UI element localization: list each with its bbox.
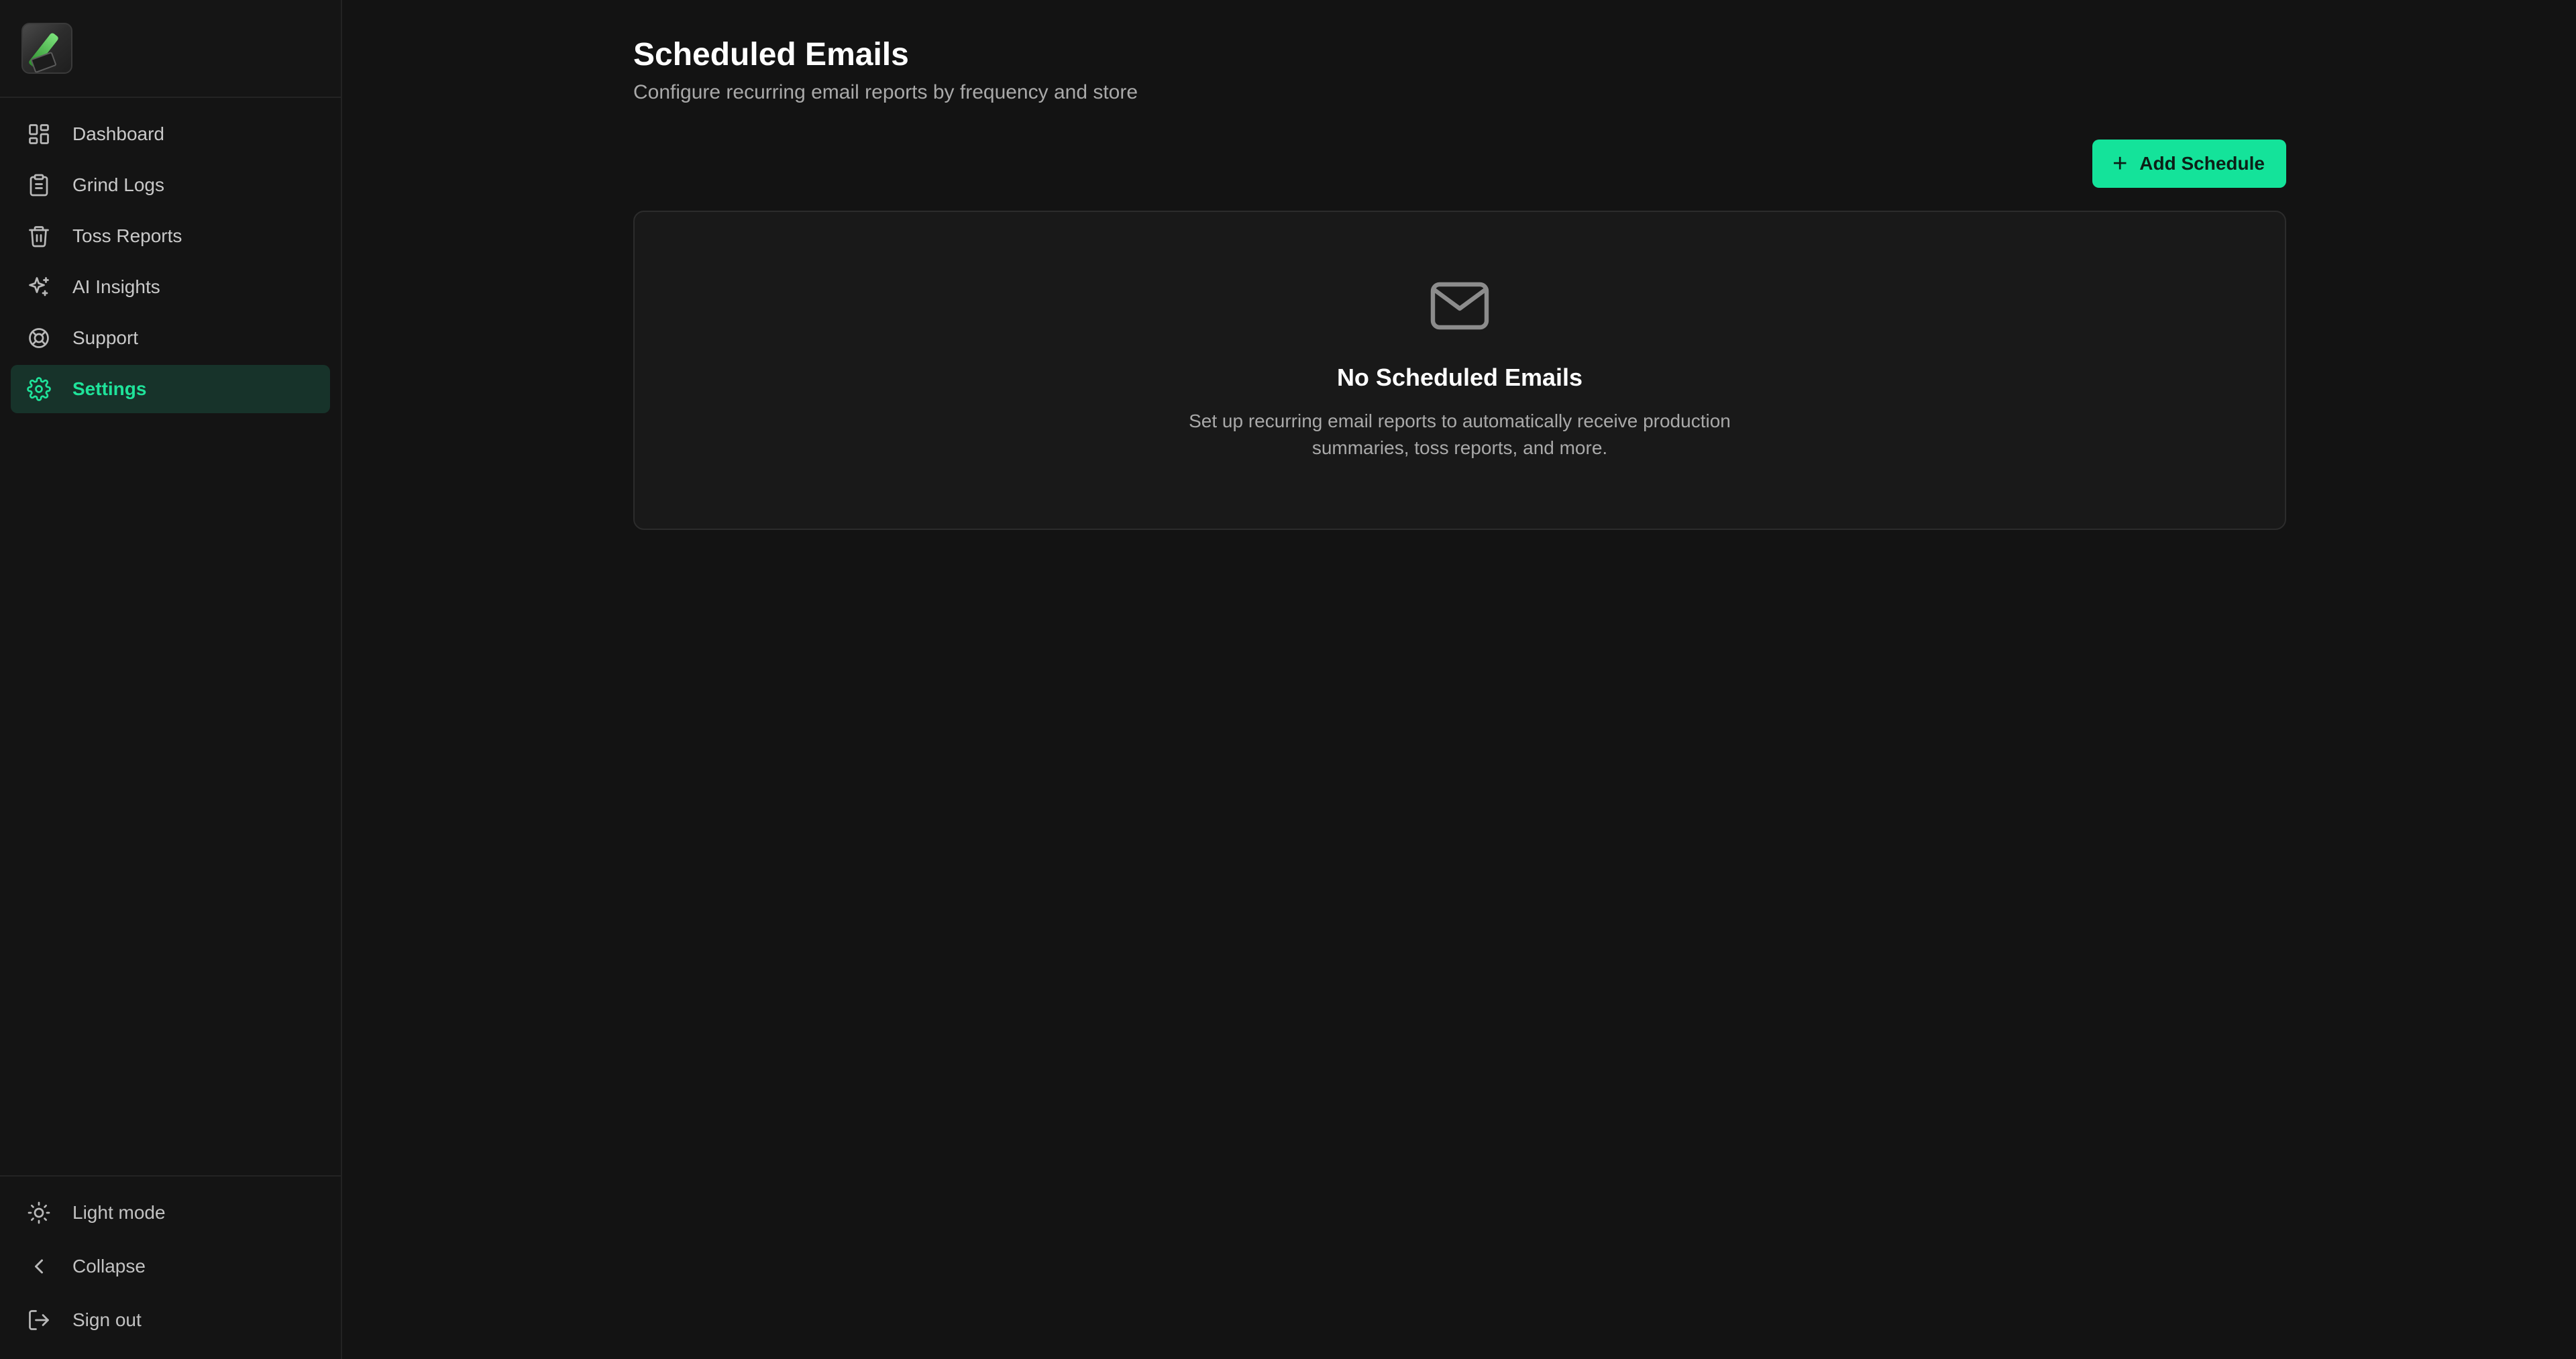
collapse-button[interactable]: Collapse (11, 1240, 330, 1293)
sidebar: Dashboard Grind Logs Toss Reports AI Ins… (0, 0, 342, 1359)
sidebar-item-ai-insights[interactable]: AI Insights (11, 263, 330, 311)
sidebar-item-toss-reports[interactable]: Toss Reports (11, 212, 330, 260)
app-logo[interactable] (21, 23, 72, 74)
toolbar: + Add Schedule (633, 140, 2286, 188)
scheduled-emails-section: Scheduled Emails Configure recurring ema… (633, 35, 2286, 530)
sidebar-item-label: Support (72, 327, 139, 348)
lifebuoy-icon (27, 326, 51, 350)
sign-out-label: Sign out (72, 1309, 142, 1330)
clipboard-icon (27, 173, 51, 197)
sidebar-footer: Light mode Collapse Sign out (0, 1175, 341, 1359)
add-schedule-button[interactable]: + Add Schedule (2092, 140, 2286, 188)
mail-icon (1428, 279, 1492, 333)
app-root: Dashboard Grind Logs Toss Reports AI Ins… (0, 0, 2576, 1359)
sidebar-item-label: Dashboard (72, 123, 164, 144)
light-mode-toggle[interactable]: Light mode (11, 1186, 330, 1240)
sidebar-item-label: Grind Logs (72, 174, 164, 195)
sparkles-icon (27, 275, 51, 299)
page-title: Scheduled Emails (633, 37, 909, 72)
sun-icon (27, 1201, 51, 1225)
page-subtitle: Configure recurring email reports by fre… (633, 81, 1138, 103)
empty-state-card: No Scheduled Emails Set up recurring ema… (633, 211, 2286, 530)
gear-icon (27, 377, 51, 401)
sidebar-item-settings[interactable]: Settings (11, 365, 330, 413)
chevron-left-icon (27, 1254, 51, 1279)
sidebar-nav: Dashboard Grind Logs Toss Reports AI Ins… (0, 98, 341, 413)
sidebar-item-label: Settings (72, 378, 147, 399)
sidebar-item-grind-logs[interactable]: Grind Logs (11, 161, 330, 209)
sidebar-item-support[interactable]: Support (11, 314, 330, 362)
empty-state-title: No Scheduled Emails (1336, 364, 1583, 391)
light-mode-label: Light mode (72, 1202, 166, 1223)
add-schedule-label: Add Schedule (2139, 153, 2265, 174)
sidebar-item-label: Toss Reports (72, 225, 182, 246)
main-content: Scheduled Emails Configure recurring ema… (342, 0, 2576, 1359)
sidebar-item-label: AI Insights (72, 276, 160, 297)
collapse-label: Collapse (72, 1256, 146, 1276)
sidebar-item-dashboard[interactable]: Dashboard (11, 110, 330, 158)
empty-state-description: Set up recurring email reports to automa… (1189, 411, 1731, 458)
sign-out-button[interactable]: Sign out (11, 1293, 330, 1347)
sidebar-logo-area (0, 0, 341, 98)
plus-icon: + (2112, 150, 2128, 178)
trash-icon (27, 224, 51, 248)
dashboard-icon (27, 122, 51, 146)
sign-out-icon (27, 1308, 51, 1332)
